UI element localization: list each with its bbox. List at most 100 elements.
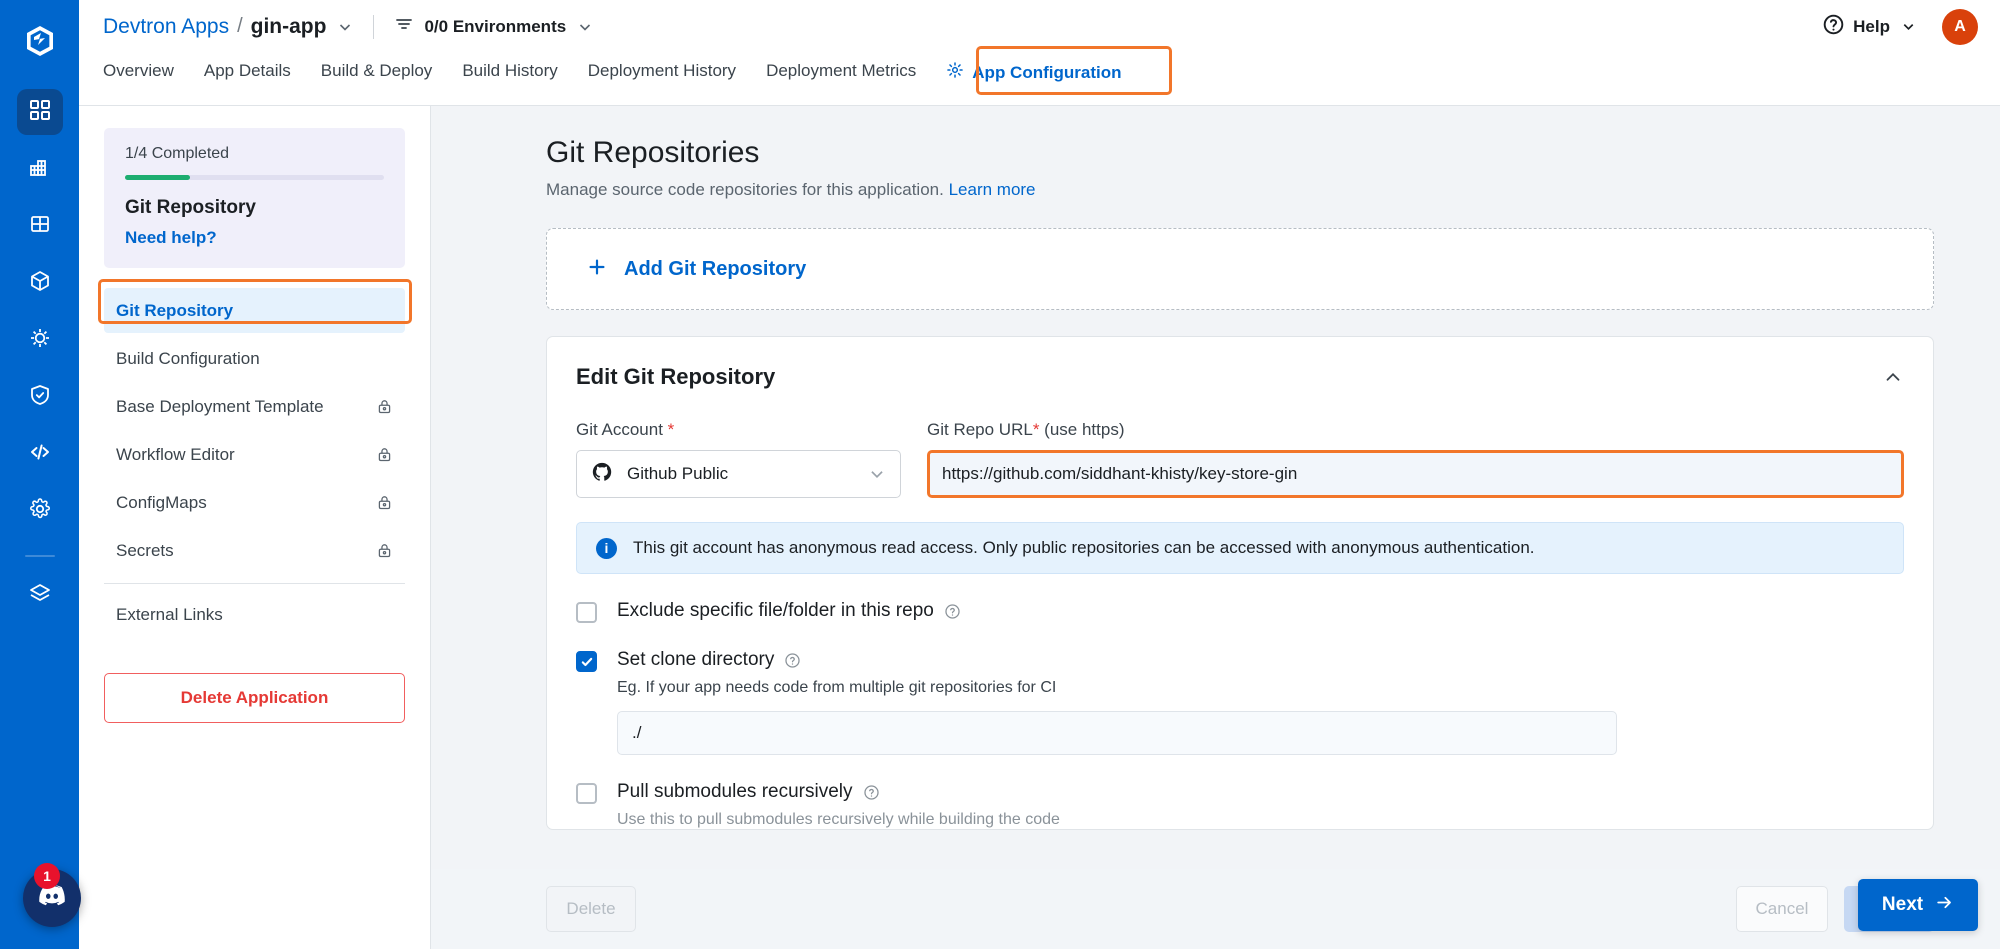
pull-submodules-label-text: Pull submodules recursively — [617, 781, 853, 803]
user-avatar[interactable]: A — [1942, 9, 1978, 45]
pull-submodules-label: Pull submodules recursively — [617, 781, 1060, 803]
app-tab-bar: Overview App Details Build & Deploy Buil… — [79, 53, 2000, 106]
breadcrumb-current-app: gin-app — [251, 15, 327, 39]
rail-item-resource-browser[interactable] — [17, 260, 63, 306]
tab-build-and-deploy[interactable]: Build & Deploy — [321, 53, 433, 95]
exclude-files-row: Exclude specific file/folder in this rep… — [576, 600, 1904, 623]
tab-app-configuration[interactable]: App Configuration — [946, 53, 1121, 98]
chevron-up-icon[interactable] — [1882, 366, 1904, 388]
tab-app-details[interactable]: App Details — [204, 53, 291, 95]
tab-app-configuration-label: App Configuration — [972, 63, 1121, 83]
set-clone-directory-body: Set clone directory Eg. If your app need… — [617, 649, 1617, 755]
rail-item-clusters[interactable] — [17, 203, 63, 249]
help-question-icon[interactable] — [944, 603, 961, 620]
cancel-button[interactable]: Cancel — [1736, 886, 1828, 932]
sidebar-item-label: Secrets — [116, 541, 174, 561]
breadcrumb-separator: / — [237, 15, 243, 38]
add-git-repository-button[interactable]: Add Git Repository — [546, 228, 1934, 310]
learn-more-link[interactable]: Learn more — [949, 180, 1036, 199]
help-button[interactable]: Help — [1822, 13, 1916, 41]
github-icon — [591, 461, 613, 488]
required-asterisk: * — [668, 420, 675, 439]
rail-item-global-config[interactable] — [17, 488, 63, 534]
help-question-icon[interactable] — [784, 652, 801, 669]
help-label: Help — [1853, 17, 1890, 37]
rail-item-code[interactable] — [17, 431, 63, 477]
git-repo-url-field-group: Git Repo URL* (use https) — [927, 420, 1904, 498]
app-switcher-chevron-down-icon[interactable] — [337, 19, 353, 35]
pull-submodules-checkbox[interactable] — [576, 783, 597, 804]
exclude-files-label-text: Exclude specific file/folder in this rep… — [617, 600, 934, 622]
chart-store-icon — [28, 155, 52, 184]
need-help-link[interactable]: Need help? — [125, 228, 384, 248]
set-clone-directory-checkbox[interactable] — [576, 651, 597, 672]
primary-nav-rail — [0, 0, 79, 949]
environment-filter[interactable]: 0/0 Environments — [394, 14, 593, 39]
form-action-bar: Delete Cancel Save — [431, 869, 2000, 949]
stack-icon — [28, 582, 52, 611]
header-right-group: Help A — [1822, 9, 1978, 45]
exclude-files-checkbox[interactable] — [576, 602, 597, 623]
anonymous-access-info-banner: i This git account has anonymous read ac… — [576, 522, 1904, 574]
git-repo-url-label: Git Repo URL* (use https) — [927, 420, 1904, 440]
help-chevron-down-icon[interactable] — [1901, 19, 1916, 34]
lock-icon — [376, 542, 393, 559]
jobs-icon — [28, 326, 52, 355]
add-git-repository-label: Add Git Repository — [624, 258, 806, 281]
rail-item-stack-manager[interactable] — [17, 573, 63, 619]
sidebar-item-build-configuration[interactable]: Build Configuration — [104, 336, 405, 381]
help-question-icon[interactable] — [863, 784, 880, 801]
discord-widget-button[interactable]: 1 — [23, 869, 81, 927]
git-repo-url-input[interactable] — [942, 464, 1889, 484]
edit-card-title: Edit Git Repository — [576, 364, 775, 390]
page-title: Git Repositories — [546, 136, 1934, 170]
sidebar-item-git-repository[interactable]: Git Repository — [104, 288, 405, 333]
sidebar-item-label: Build Configuration — [116, 349, 260, 369]
exclude-files-label: Exclude specific file/folder in this rep… — [617, 600, 961, 622]
next-button[interactable]: Next — [1858, 879, 1978, 931]
pull-submodules-hint: Use this to pull submodules recursively … — [617, 811, 1060, 829]
app-header: Devtron Apps / gin-app 0/0 Environments … — [79, 0, 2000, 53]
environment-count-label: 0/0 Environments — [424, 17, 566, 37]
gear-icon — [28, 497, 52, 526]
rail-item-jobs[interactable] — [17, 317, 63, 363]
set-clone-directory-row: Set clone directory Eg. If your app need… — [576, 649, 1904, 755]
next-button-label: Next — [1882, 894, 1923, 916]
sidebar-item-secrets[interactable]: Secrets — [104, 528, 405, 573]
code-icon — [28, 440, 52, 469]
delete-application-button[interactable]: Delete Application — [104, 673, 405, 723]
tab-build-history[interactable]: Build History — [462, 53, 557, 95]
rail-item-chart-store[interactable] — [17, 146, 63, 192]
devtron-logo[interactable] — [23, 24, 57, 63]
sidebar-item-base-deployment-template[interactable]: Base Deployment Template — [104, 384, 405, 429]
lock-icon — [376, 446, 393, 463]
config-nav-list: Git Repository Build Configuration Base … — [104, 288, 405, 637]
chevron-down-icon[interactable] — [868, 465, 886, 483]
clone-directory-input[interactable] — [617, 711, 1617, 755]
rail-item-security[interactable] — [17, 374, 63, 420]
edit-card-header: Edit Git Repository — [576, 364, 1904, 390]
info-banner-text: This git account has anonymous read acce… — [633, 538, 1535, 558]
git-repo-url-label-text: Git Repo URL — [927, 420, 1033, 439]
set-clone-directory-label-text: Set clone directory — [617, 649, 774, 671]
breadcrumb-devtron-apps[interactable]: Devtron Apps — [103, 15, 229, 39]
environment-chevron-down-icon[interactable] — [577, 19, 593, 35]
page-subtitle-text: Manage source code repositories for this… — [546, 180, 944, 199]
tab-deployment-metrics[interactable]: Deployment Metrics — [766, 53, 916, 95]
edit-git-repository-card: Edit Git Repository Git Account * Git — [546, 336, 1934, 830]
rail-item-applications[interactable] — [17, 89, 63, 135]
page-subtitle: Manage source code repositories for this… — [546, 180, 1934, 200]
lock-icon — [376, 398, 393, 415]
tab-deployment-history[interactable]: Deployment History — [588, 53, 736, 95]
arrow-right-icon — [1935, 893, 1954, 918]
sidebar-item-external-links[interactable]: External Links — [104, 592, 405, 637]
git-account-value: Github Public — [627, 464, 728, 484]
git-account-label-text: Git Account — [576, 420, 663, 439]
sidebar-item-configmaps[interactable]: ConfigMaps — [104, 480, 405, 525]
git-account-select[interactable]: Github Public — [576, 450, 901, 498]
tab-overview[interactable]: Overview — [103, 53, 174, 95]
progress-bar-track — [125, 175, 384, 180]
delete-button[interactable]: Delete — [546, 886, 636, 932]
progress-card: 1/4 Completed Git Repository Need help? — [104, 128, 405, 268]
sidebar-item-workflow-editor[interactable]: Workflow Editor — [104, 432, 405, 477]
